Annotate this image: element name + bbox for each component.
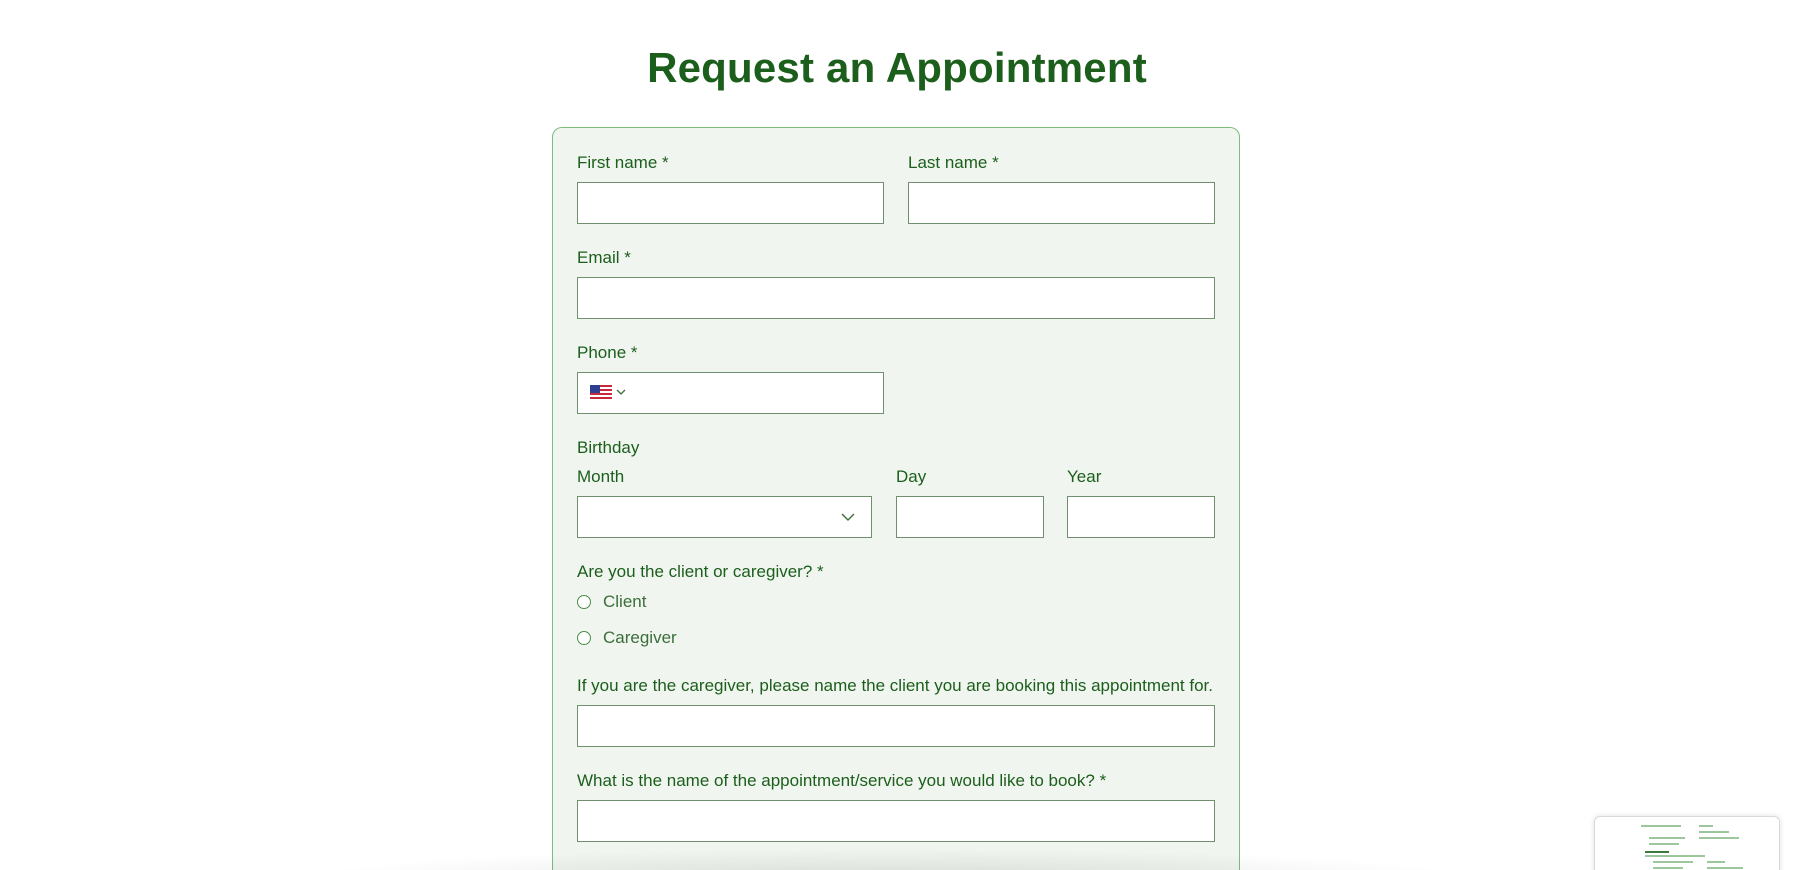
thumb-line bbox=[1645, 855, 1705, 857]
caregiver-client-label: If you are the caregiver, please name th… bbox=[577, 676, 1213, 695]
thumb-line bbox=[1707, 861, 1725, 863]
year-input[interactable] bbox=[1067, 496, 1215, 538]
radio-label-caregiver: Caregiver bbox=[603, 628, 677, 647]
role-question-label: Are you the client or caregiver? * bbox=[577, 562, 824, 581]
radio-button[interactable] bbox=[577, 595, 591, 609]
country-code-selector[interactable] bbox=[590, 385, 626, 399]
page-preview-thumbnail[interactable] bbox=[1594, 816, 1780, 870]
last-name-input[interactable] bbox=[908, 182, 1215, 224]
day-label: Day bbox=[896, 467, 927, 486]
radio-label-client: Client bbox=[603, 592, 647, 611]
page-title: Request an Appointment bbox=[647, 44, 1147, 91]
thumb-line bbox=[1645, 851, 1669, 853]
us-flag-icon bbox=[590, 385, 612, 399]
thumb-line bbox=[1649, 843, 1679, 845]
thumb-line bbox=[1707, 867, 1743, 869]
chevron-down-icon bbox=[841, 513, 855, 521]
thumb-line bbox=[1699, 837, 1739, 839]
year-label: Year bbox=[1067, 467, 1102, 486]
thumb-line bbox=[1653, 861, 1693, 863]
page: Request an Appointment First name * Last… bbox=[0, 0, 1794, 870]
thumb-line bbox=[1649, 837, 1685, 839]
month-label: Month bbox=[577, 467, 625, 486]
last-name-label: Last name * bbox=[908, 153, 999, 172]
radio-button[interactable] bbox=[577, 631, 591, 645]
radio-option-client[interactable]: Client bbox=[577, 592, 646, 612]
first-name-label: First name * bbox=[577, 153, 669, 172]
thumbnail-content bbox=[1601, 821, 1771, 870]
phone-label: Phone * bbox=[577, 343, 638, 362]
thumb-line bbox=[1699, 831, 1729, 833]
radio-option-caregiver[interactable]: Caregiver bbox=[577, 628, 677, 648]
email-input[interactable] bbox=[577, 277, 1215, 319]
appointment-form: First name * Last name * Email * Phone * bbox=[552, 127, 1240, 870]
thumb-line bbox=[1699, 825, 1713, 827]
chevron-down-icon bbox=[616, 389, 626, 395]
day-input[interactable] bbox=[896, 496, 1044, 538]
month-select[interactable] bbox=[577, 496, 872, 538]
email-label: Email * bbox=[577, 248, 631, 267]
first-name-input[interactable] bbox=[577, 182, 884, 224]
thumb-line bbox=[1641, 825, 1681, 827]
caregiver-client-input[interactable] bbox=[577, 705, 1215, 747]
service-label: What is the name of the appointment/serv… bbox=[577, 771, 1107, 790]
service-input[interactable] bbox=[577, 800, 1215, 842]
birthday-label: Birthday bbox=[577, 438, 640, 457]
phone-input[interactable] bbox=[577, 372, 884, 414]
thumb-line bbox=[1653, 867, 1683, 869]
